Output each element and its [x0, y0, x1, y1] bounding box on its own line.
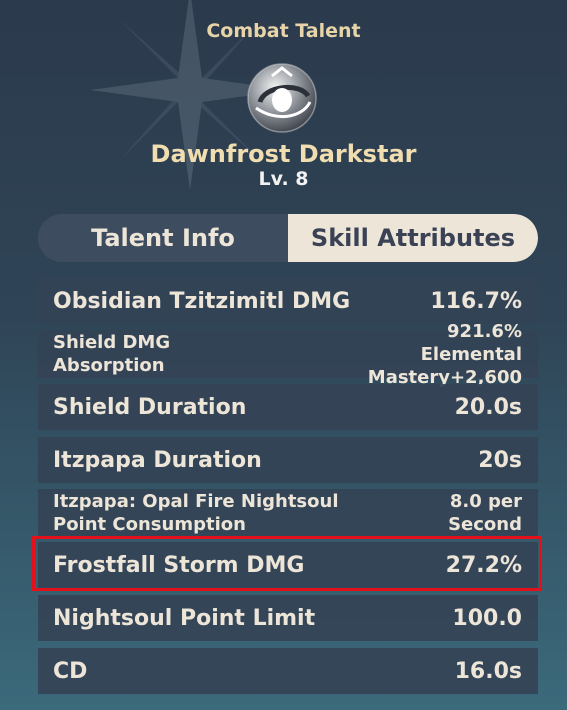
attribute-row: Shield DMG Absorption 921.6% Elemental M…	[38, 321, 538, 388]
attribute-value-line: Second	[448, 514, 522, 535]
attribute-label-line: Point Consumption	[53, 514, 246, 535]
attribute-value: 20.0s	[454, 394, 522, 420]
tab-talent-info[interactable]: Talent Info	[38, 214, 288, 262]
attribute-value-line: 8.0 per	[449, 491, 522, 512]
highlight-box	[32, 536, 542, 591]
attribute-row: CD 16.0s	[38, 648, 538, 694]
attribute-label: Nightsoul Point Limit	[53, 605, 316, 631]
attribute-label: Itzpapa Duration	[53, 447, 262, 473]
attribute-value: 8.0 per Second	[448, 490, 522, 536]
attribute-value-line: 921.6% Elemental	[420, 320, 522, 365]
page-title: Combat Talent	[206, 20, 361, 42]
talent-emblem-icon	[247, 63, 317, 133]
attribute-label: CD	[53, 658, 88, 684]
attribute-row: Itzpapa Duration 20s	[38, 437, 538, 483]
character-name: Dawnfrost Darkstar	[150, 140, 417, 168]
attribute-value: 20s	[478, 447, 522, 473]
attribute-row: Shield Duration 20.0s	[38, 384, 538, 430]
attribute-row: Itzpapa: Opal Fire Nightsoul Point Consu…	[38, 489, 538, 537]
attribute-value: 116.7%	[430, 288, 522, 314]
attribute-row: Obsidian Tzitzimitl DMG 116.7%	[38, 278, 538, 324]
attribute-row: Nightsoul Point Limit 100.0	[38, 595, 538, 641]
attribute-label: Itzpapa: Opal Fire Nightsoul Point Consu…	[53, 490, 353, 536]
tab-bar: Talent Info Skill Attributes	[38, 214, 538, 262]
attribute-value: 100.0	[452, 605, 522, 631]
attribute-label-line: Absorption	[53, 355, 165, 376]
attribute-label: Shield Duration	[53, 394, 247, 420]
attribute-value: 16.0s	[454, 658, 522, 684]
talent-level: Lv. 8	[258, 168, 309, 190]
attribute-label: Shield DMG Absorption	[53, 331, 345, 377]
attribute-value: 921.6% Elemental Mastery+2,600	[345, 320, 522, 389]
attribute-label: Obsidian Tzitzimitl DMG	[53, 288, 351, 314]
attribute-label-line: Itzpapa: Opal Fire Nightsoul	[53, 491, 339, 512]
tab-skill-attributes[interactable]: Skill Attributes	[288, 214, 538, 262]
attribute-label-line: Shield DMG	[53, 332, 171, 353]
